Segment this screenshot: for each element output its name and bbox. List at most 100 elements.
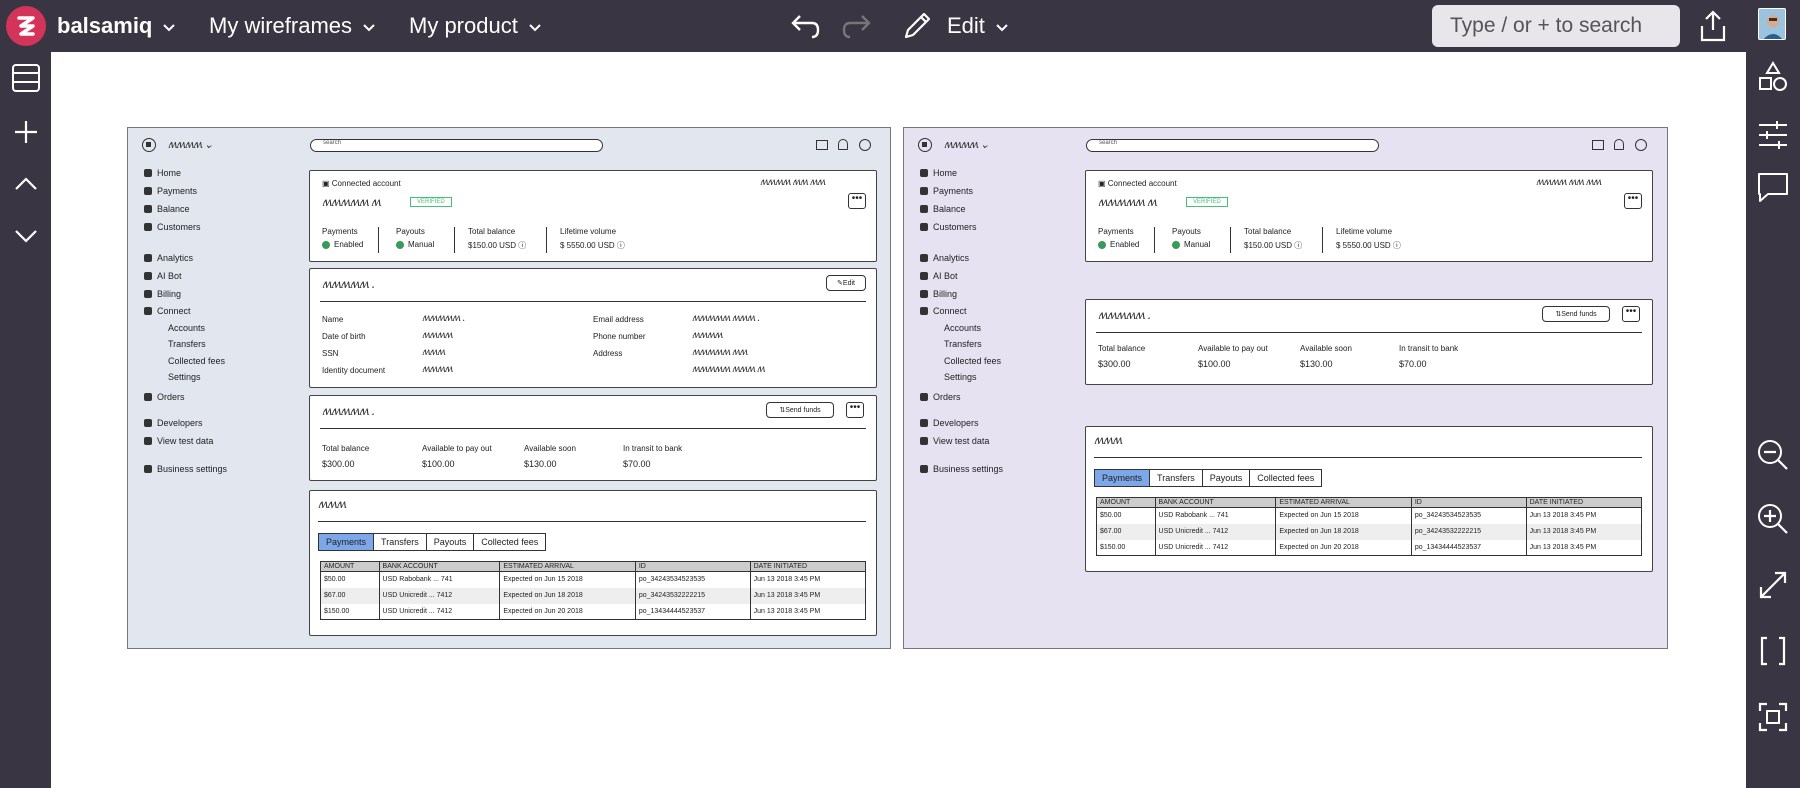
- nav-payments[interactable]: Payments: [144, 186, 197, 196]
- col-amount[interactable]: AMOUNT: [320, 561, 380, 572]
- user-icon[interactable]: [1635, 139, 1647, 151]
- table-row[interactable]: $50.00 USD Rabobank ... 741 Expected on Ju…: [1096, 507, 1643, 524]
- nav-billing[interactable]: Billing: [920, 289, 957, 299]
- properties-sliders-icon[interactable]: [1754, 116, 1792, 154]
- zoom-in-icon[interactable]: [1754, 500, 1792, 538]
- wireframe-1[interactable]: ʍʍʍʍ ⌄ search Home Payments Balance Cust…: [127, 127, 891, 649]
- col-date-initiated[interactable]: DATE INITIATED: [749, 561, 867, 572]
- nav-billing[interactable]: Billing: [144, 289, 181, 299]
- app-menu[interactable]: balsamiq: [57, 0, 176, 52]
- nav-view-test-data[interactable]: View test data: [144, 436, 213, 446]
- col-date-initiated[interactable]: DATE INITIATED: [1525, 497, 1643, 508]
- nav-connect[interactable]: Connect: [144, 306, 191, 316]
- table-row[interactable]: $67.00 USD Unicredit ... 7412 Expected on …: [1096, 523, 1643, 540]
- tab-collected-fees[interactable]: Collected fees: [474, 534, 546, 550]
- nav-developers[interactable]: Developers: [144, 418, 203, 428]
- account-logo-icon[interactable]: [142, 138, 156, 152]
- more-options-button[interactable]: •••: [1624, 193, 1642, 209]
- user-icon[interactable]: [859, 139, 871, 151]
- tab-payouts[interactable]: Payouts: [426, 534, 475, 550]
- nav-analytics[interactable]: Analytics: [144, 253, 193, 263]
- tab-transfers[interactable]: Transfers: [1150, 470, 1203, 486]
- nav-customers[interactable]: Customers: [920, 222, 977, 232]
- tab-payments[interactable]: Payments: [1095, 470, 1151, 486]
- undo-icon[interactable]: [786, 8, 822, 44]
- fit-expand-icon[interactable]: [1754, 566, 1792, 604]
- actual-size-brackets-icon[interactable]: [1754, 632, 1792, 670]
- nav-business-settings[interactable]: Business settings: [144, 464, 227, 474]
- docs-icon[interactable]: [816, 140, 828, 150]
- share-export-icon[interactable]: [1695, 6, 1731, 46]
- account-name-scribble[interactable]: ʍʍʍʍ ⌄: [944, 138, 989, 151]
- edit-menu[interactable]: Edit: [947, 0, 1009, 52]
- nav-orders[interactable]: Orders: [920, 392, 961, 402]
- nav-connect[interactable]: Connect: [920, 306, 967, 316]
- nav-accounts[interactable]: Accounts: [168, 323, 205, 333]
- tab-payouts[interactable]: Payouts: [1202, 470, 1251, 486]
- nav-home[interactable]: Home: [144, 168, 181, 178]
- redo-icon[interactable]: [840, 8, 876, 44]
- table-row[interactable]: $150.00 USD Unicredit ... 7412 Expected on…: [1096, 539, 1643, 556]
- more-options-button[interactable]: •••: [848, 193, 866, 209]
- nav-developers[interactable]: Developers: [920, 418, 979, 428]
- nav-home[interactable]: Home: [920, 168, 957, 178]
- chevron-up-icon[interactable]: [8, 166, 44, 202]
- balsamiq-logo-icon[interactable]: [6, 6, 46, 46]
- nav-accounts[interactable]: Accounts: [944, 323, 981, 333]
- avatar[interactable]: [1758, 8, 1786, 40]
- nav-transfers[interactable]: Transfers: [168, 339, 206, 349]
- shapes-icon[interactable]: [1754, 58, 1792, 96]
- send-funds-button[interactable]: ⇅ Send funds: [766, 402, 834, 418]
- col-estimated-arrival[interactable]: ESTIMATED ARRIVAL: [1275, 497, 1412, 508]
- bell-icon[interactable]: [838, 139, 848, 150]
- account-name-scribble[interactable]: ʍʍʍʍ ⌄: [168, 138, 213, 151]
- nav-business-settings[interactable]: Business settings: [920, 464, 1003, 474]
- wireframes-panel-icon[interactable]: [8, 60, 44, 96]
- add-icon[interactable]: [8, 114, 44, 150]
- col-id[interactable]: ID: [634, 561, 751, 572]
- search-input[interactable]: search: [1086, 139, 1379, 152]
- zoom-out-icon[interactable]: [1754, 436, 1792, 474]
- tab-payments[interactable]: Payments: [319, 534, 375, 550]
- nav-settings[interactable]: Settings: [168, 372, 201, 382]
- search-input[interactable]: Type / or + to search: [1432, 5, 1680, 47]
- nav-settings[interactable]: Settings: [944, 372, 977, 382]
- col-id[interactable]: ID: [1410, 497, 1527, 508]
- col-amount[interactable]: AMOUNT: [1096, 497, 1156, 508]
- nav-payments[interactable]: Payments: [920, 186, 973, 196]
- table-row[interactable]: $67.00 USD Unicredit ... 7412 Expected on …: [320, 587, 867, 604]
- more-options-button[interactable]: •••: [846, 402, 864, 418]
- bell-icon[interactable]: [1614, 139, 1624, 150]
- nav-balance[interactable]: Balance: [144, 204, 190, 214]
- col-bank-account[interactable]: BANK ACCOUNT: [1154, 497, 1277, 508]
- search-input[interactable]: search: [310, 139, 603, 152]
- my-wireframes-menu[interactable]: My wireframes: [209, 0, 376, 52]
- nav-ai-bot[interactable]: AI Bot: [920, 271, 958, 281]
- account-logo-icon[interactable]: [918, 138, 932, 152]
- fullscreen-icon[interactable]: [1754, 698, 1792, 736]
- docs-icon[interactable]: [1592, 140, 1604, 150]
- wireframe-2[interactable]: ʍʍʍʍ ⌄ search Home Payments Balance Cust…: [903, 127, 1668, 649]
- table-row[interactable]: $150.00 USD Unicredit ... 7412 Expected on…: [320, 603, 867, 620]
- my-product-menu[interactable]: My product: [409, 0, 542, 52]
- pencil-icon[interactable]: [899, 8, 935, 44]
- chevron-down-icon[interactable]: [8, 218, 44, 254]
- edit-button[interactable]: ✎ Edit: [826, 275, 866, 291]
- nav-balance[interactable]: Balance: [920, 204, 966, 214]
- nav-collected-fees[interactable]: Collected fees: [168, 356, 225, 366]
- tab-collected-fees[interactable]: Collected fees: [1250, 470, 1322, 486]
- nav-orders[interactable]: Orders: [144, 392, 185, 402]
- nav-analytics[interactable]: Analytics: [920, 253, 969, 263]
- nav-transfers[interactable]: Transfers: [944, 339, 982, 349]
- more-options-button[interactable]: •••: [1622, 306, 1640, 322]
- nav-customers[interactable]: Customers: [144, 222, 201, 232]
- col-estimated-arrival[interactable]: ESTIMATED ARRIVAL: [499, 561, 636, 572]
- nav-ai-bot[interactable]: AI Bot: [144, 271, 182, 281]
- nav-collected-fees[interactable]: Collected fees: [944, 356, 1001, 366]
- col-bank-account[interactable]: BANK ACCOUNT: [378, 561, 501, 572]
- nav-view-test-data[interactable]: View test data: [920, 436, 989, 446]
- comment-icon[interactable]: [1754, 168, 1792, 206]
- send-funds-button[interactable]: ⇅ Send funds: [1542, 306, 1610, 322]
- table-row[interactable]: $50.00 USD Rabobank ... 741 Expected on Ju…: [320, 571, 867, 588]
- tab-transfers[interactable]: Transfers: [374, 534, 427, 550]
